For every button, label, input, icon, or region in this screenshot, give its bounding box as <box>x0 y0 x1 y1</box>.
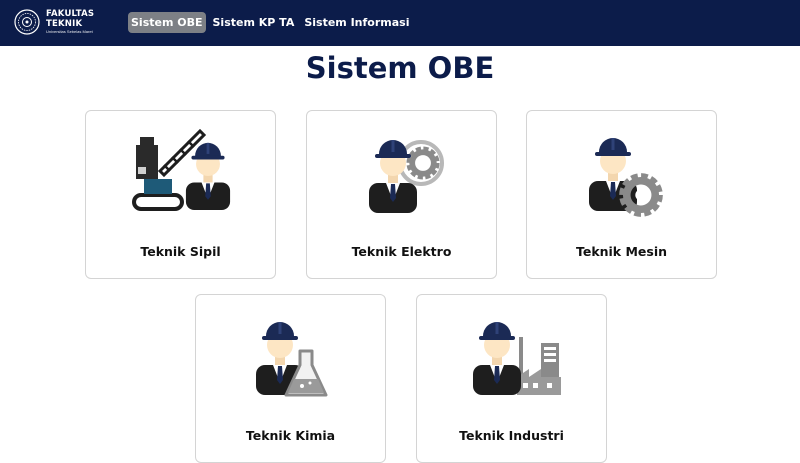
main-nav: Sistem OBE Sistem KP TA Sistem Informasi <box>128 12 417 33</box>
card-teknik-mesin[interactable]: Teknik Mesin <box>526 110 717 279</box>
card-label-kimia: Teknik Kimia <box>245 428 336 443</box>
electrical-engineer-gear-icon <box>369 140 444 213</box>
card-teknik-industri[interactable]: Teknik Industri <box>416 294 607 463</box>
nav-sistem-informasi[interactable]: Sistem Informasi <box>301 12 412 33</box>
industrial-engineer-factory-icon <box>473 322 561 395</box>
card-label-mesin: Teknik Mesin <box>575 244 668 259</box>
brand-name-line1: FAKULTAS <box>46 9 95 19</box>
chemical-engineer-flask-icon <box>256 322 328 397</box>
brand-logo-link[interactable]: FAKULTAS TEKNIK Universitas Sebelas Mare… <box>14 9 94 35</box>
brand-name-line2: TEKNIK <box>46 18 83 29</box>
card-teknik-kimia[interactable]: Teknik Kimia <box>195 294 386 463</box>
civil-engineer-crane-icon <box>132 128 231 211</box>
card-teknik-sipil[interactable]: Teknik Sipil <box>85 110 276 279</box>
card-label-elektro: Teknik Elektro <box>351 244 452 259</box>
nav-sistem-obe[interactable]: Sistem OBE <box>128 12 206 33</box>
card-label-sipil: Teknik Sipil <box>140 244 221 259</box>
mechanical-engineer-gear-icon <box>589 138 679 223</box>
brand-university: Universitas Sebelas Maret <box>46 29 93 34</box>
card-label-industri: Teknik Industri <box>459 428 564 443</box>
top-navbar: FAKULTAS TEKNIK Universitas Sebelas Mare… <box>0 0 800 46</box>
card-teknik-elektro[interactable]: Teknik Elektro <box>306 110 497 279</box>
page-title: Sistem OBE <box>305 51 495 85</box>
university-seal-logo <box>14 9 40 35</box>
nav-sistem-kp-ta[interactable]: Sistem KP TA <box>210 12 298 33</box>
